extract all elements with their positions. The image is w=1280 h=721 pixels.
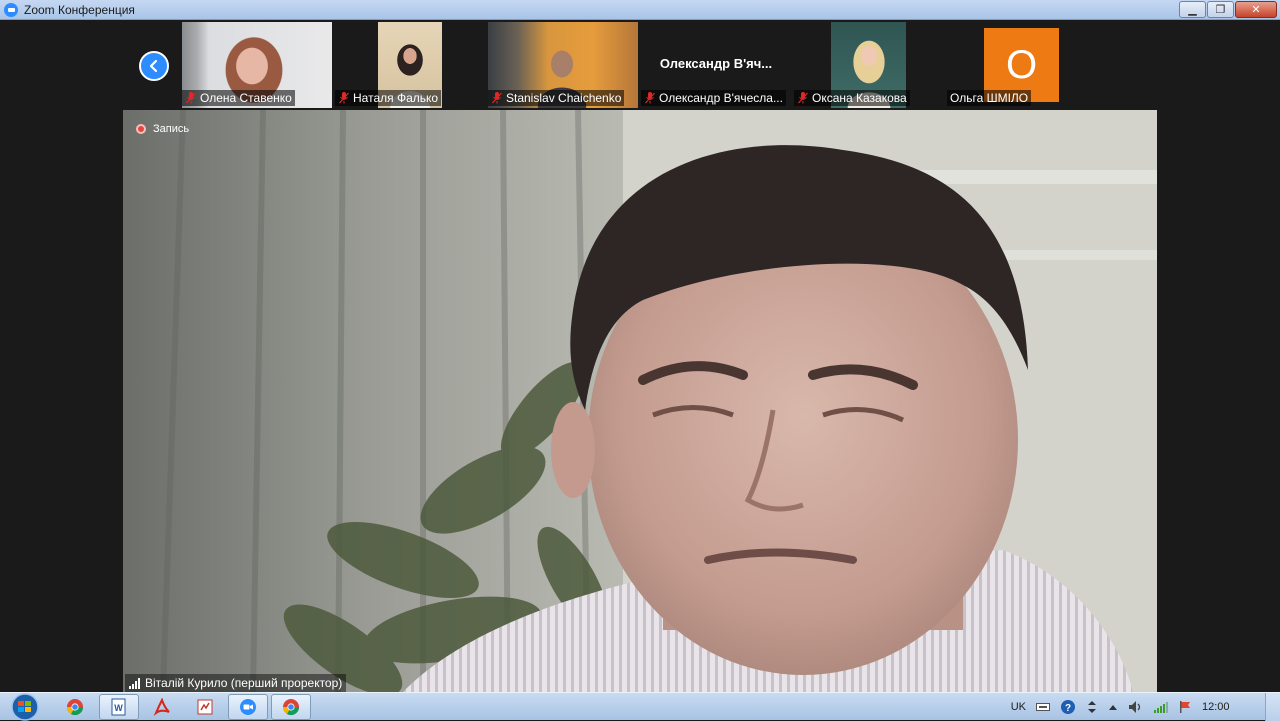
- keyboard-icon[interactable]: [1036, 702, 1050, 712]
- clock[interactable]: 12:00: [1202, 701, 1260, 713]
- chrome-icon: [282, 699, 300, 716]
- minimize-button[interactable]: ▁: [1179, 1, 1206, 18]
- signal-strength-icon: [129, 678, 140, 689]
- network-arrows-icon[interactable]: [1086, 700, 1098, 714]
- chevron-left-icon: [149, 59, 158, 73]
- previous-page-button[interactable]: [139, 51, 169, 81]
- window-titlebar: Zoom Конференция ▁ ❐ ✕: [0, 0, 1280, 20]
- acrobat-icon: [153, 698, 170, 716]
- participant-tile[interactable]: О Ольга ШМІЛО: [947, 22, 1097, 108]
- window-title: Zoom Конференция: [24, 2, 135, 17]
- participant-name-label: Олександр В'ячесла...: [641, 90, 786, 106]
- participant-tile[interactable]: Олександр В'яч... Олександр В'ячесла...: [641, 22, 791, 108]
- taskbar-pdf-button[interactable]: [185, 694, 225, 720]
- participant-name-label: Олена Ставенко: [182, 90, 295, 106]
- maximize-button[interactable]: ❐: [1207, 1, 1234, 18]
- show-hidden-icons-icon[interactable]: [1108, 703, 1118, 711]
- taskbar-zoom-button[interactable]: [228, 694, 268, 720]
- mic-muted-icon: [186, 92, 196, 104]
- system-tray: UK ? 12:00: [1006, 693, 1280, 721]
- participant-tile[interactable]: Оксана Казакова: [794, 22, 944, 108]
- language-indicator[interactable]: UK: [1011, 701, 1026, 713]
- svg-text:?: ?: [1065, 703, 1071, 714]
- participant-tile[interactable]: Олена Ставенко: [182, 22, 332, 108]
- taskbar-word-button[interactable]: W: [99, 694, 139, 720]
- word-icon: W: [111, 698, 126, 716]
- record-icon: [136, 124, 146, 134]
- volume-icon[interactable]: [1128, 700, 1144, 714]
- participant-display-name: Олександр В'яч...: [659, 56, 773, 71]
- help-icon[interactable]: ?: [1060, 699, 1076, 715]
- speaker-video-frame: [123, 110, 1157, 692]
- taskbar-chrome-button[interactable]: [55, 694, 95, 720]
- zoom-icon: [240, 699, 256, 715]
- participant-name-label: Stanislav Chaichenko: [488, 90, 625, 106]
- mic-muted-icon: [645, 92, 655, 104]
- window-controls: ▁ ❐ ✕: [1179, 1, 1277, 18]
- mic-muted-icon: [798, 92, 808, 104]
- participant-tile[interactable]: Наталя Фалько: [335, 22, 485, 108]
- taskbar-chrome-button[interactable]: [271, 694, 311, 720]
- taskbar: W UK ? 12:00: [0, 692, 1280, 721]
- pdf-icon: [197, 699, 213, 715]
- participant-tile[interactable]: Stanislav Chaichenko: [488, 22, 638, 108]
- show-desktop-button[interactable]: [1265, 693, 1280, 721]
- speaker-name-label: Віталій Курило (перший проректор): [125, 674, 347, 692]
- chrome-icon: [66, 699, 84, 716]
- gallery-strip: Олена Ставенко Наталя Фалько Stanislav C…: [0, 20, 1280, 110]
- active-speaker-video[interactable]: Запись Віталій Курило (перший проректор): [123, 110, 1157, 692]
- zoom-icon: [4, 2, 18, 17]
- wifi-signal-icon[interactable]: [1154, 701, 1168, 713]
- svg-text:W: W: [114, 703, 123, 713]
- close-button[interactable]: ✕: [1235, 1, 1277, 18]
- mic-muted-icon: [339, 92, 349, 104]
- participant-name-label: Оксана Казакова: [794, 90, 910, 106]
- taskbar-acrobat-button[interactable]: [142, 694, 182, 720]
- participant-name-label: Наталя Фалько: [335, 90, 442, 106]
- mic-muted-icon: [492, 92, 502, 104]
- participant-name-label: Ольга ШМІЛО: [947, 90, 1032, 106]
- recording-label: Запись: [153, 123, 190, 135]
- action-center-flag-icon[interactable]: [1178, 700, 1192, 714]
- recording-indicator: Запись: [136, 123, 189, 135]
- start-button[interactable]: [6, 693, 44, 721]
